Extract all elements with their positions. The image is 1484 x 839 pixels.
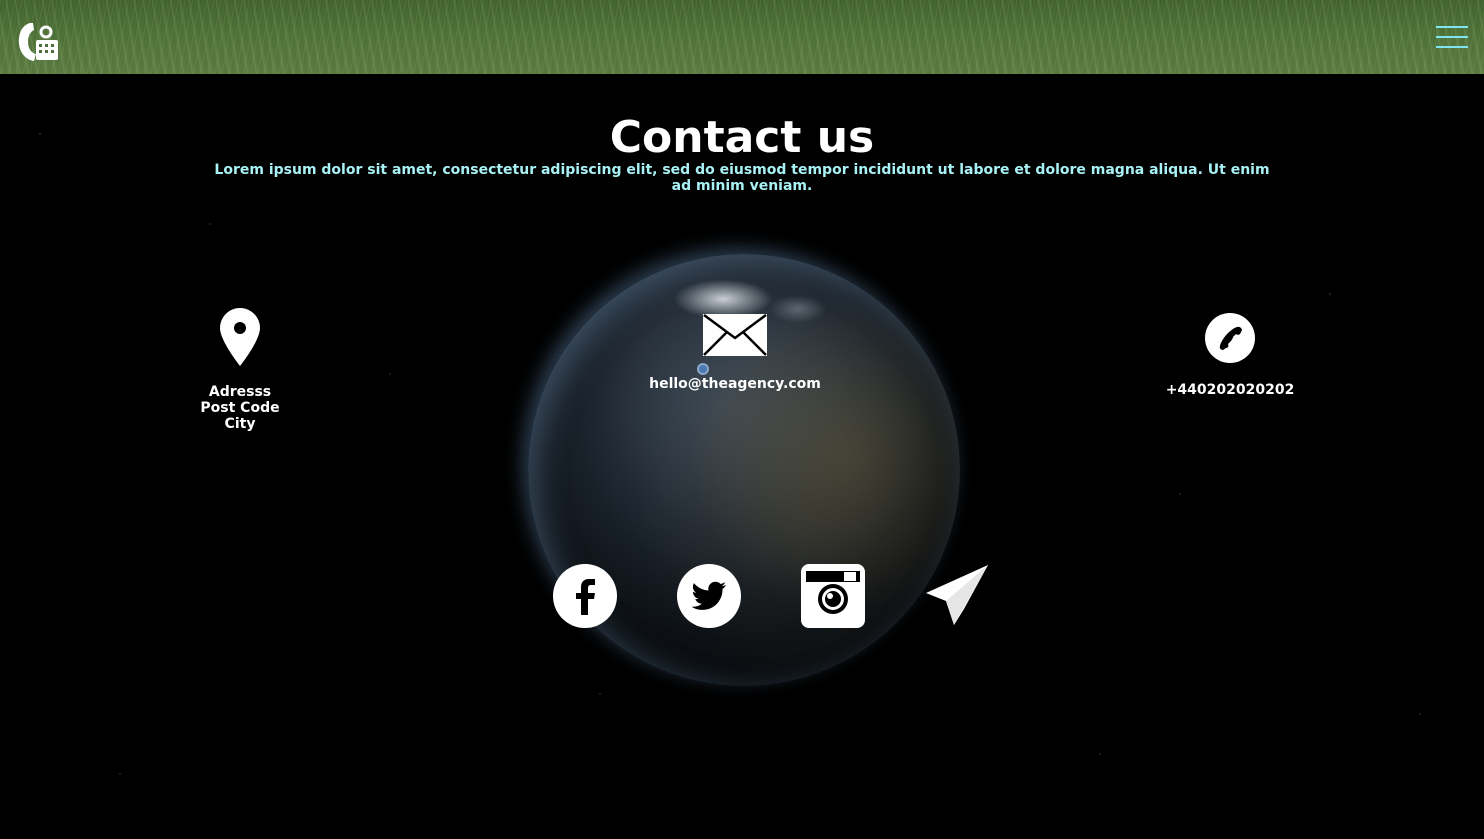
email-block: hello@theagency.com [615, 312, 855, 392]
header-banner [0, 0, 1484, 74]
phone-number[interactable]: +440202020202 [1140, 382, 1320, 398]
twitter-icon[interactable] [676, 563, 742, 629]
facebook-icon[interactable] [552, 563, 618, 629]
page-title: Contact us [609, 112, 875, 163]
paper-plane-icon[interactable] [924, 563, 990, 629]
address-block: Adresss Post Code City [170, 308, 310, 432]
hamburger-menu-icon[interactable] [1436, 26, 1468, 50]
instagram-icon[interactable] [800, 563, 866, 629]
phone-block: +440202020202 [1140, 312, 1320, 398]
phone-keypad-logo-icon[interactable] [16, 20, 60, 64]
city-line: City [224, 416, 256, 432]
contact-page: Contact us Lorem ipsum dolor sit amet, c… [0, 0, 1484, 839]
postcode-line: Post Code [200, 400, 280, 416]
email-link[interactable]: hello@theagency.com [615, 376, 855, 392]
map-pin-icon [220, 308, 260, 366]
menu-bar [1436, 36, 1468, 38]
address-line: Adresss [208, 384, 272, 400]
menu-bar [1436, 46, 1468, 48]
phone-icon[interactable] [1204, 312, 1256, 364]
page-subtitle: Lorem ipsum dolor sit amet, consectetur … [214, 162, 1270, 194]
envelope-icon[interactable] [702, 312, 768, 358]
menu-bar [1436, 26, 1468, 28]
